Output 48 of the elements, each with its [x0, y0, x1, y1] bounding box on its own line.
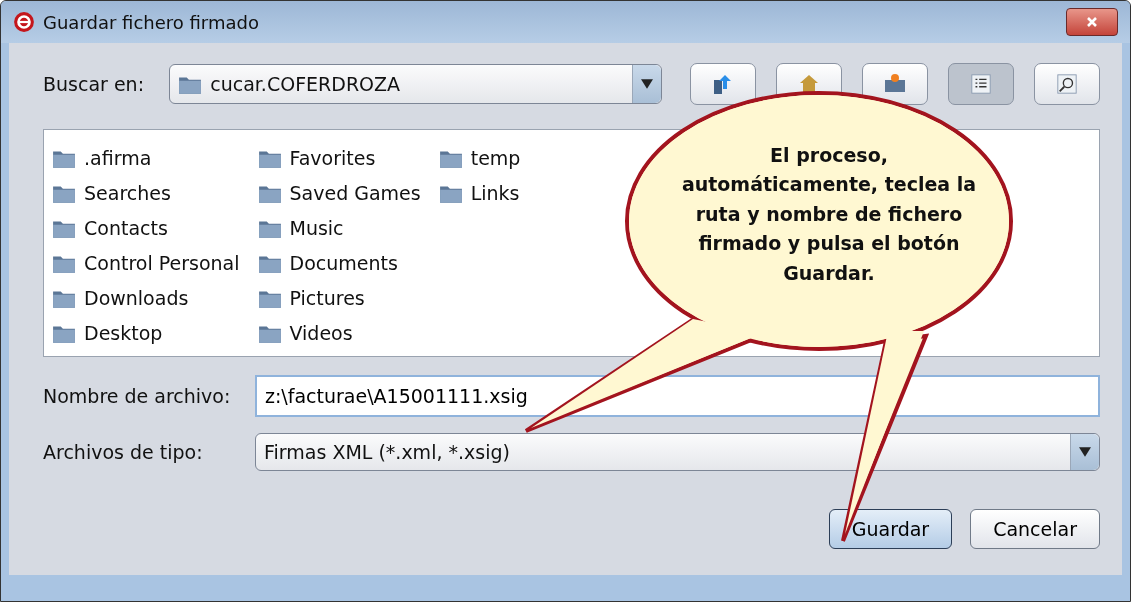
- list-view-icon: [970, 73, 992, 95]
- folder-item[interactable]: Music: [257, 210, 421, 245]
- file-name-field[interactable]: z:\facturae\A15001111.xsig: [255, 375, 1100, 417]
- folder-item[interactable]: Searches: [52, 175, 240, 210]
- folder-item[interactable]: Links: [438, 175, 521, 210]
- folder-item[interactable]: Control Personal: [52, 245, 240, 280]
- file-type-label: Archivos de tipo:: [43, 441, 204, 463]
- folder-item[interactable]: Videos: [257, 315, 421, 350]
- folder-name: Music: [289, 216, 344, 239]
- look-in-label: Buscar en:: [43, 73, 146, 95]
- folder-name: Links: [470, 181, 520, 204]
- folder-item[interactable]: temp: [438, 140, 521, 175]
- app-logo-icon: [13, 11, 35, 33]
- folder-item[interactable]: Pictures: [257, 280, 421, 315]
- new-folder-button[interactable]: [862, 63, 928, 105]
- folder-item[interactable]: Saved Games: [257, 175, 421, 210]
- caret-icon: [1079, 446, 1091, 458]
- close-icon: [1086, 16, 1098, 28]
- save-button[interactable]: Guardar: [828, 509, 953, 549]
- file-name-label: Nombre de archivo:: [43, 385, 232, 407]
- folder-name: Videos: [289, 321, 353, 344]
- callout-text: El proceso, automáticamente, teclea la ruta y nombre de fichero firmado y pulsa el botón Guardar.: [680, 143, 978, 286]
- folder-name: Contacts: [84, 216, 168, 239]
- look-in-dropdown[interactable]: cucar.COFERDROZA: [169, 64, 662, 104]
- folder-name: temp: [470, 146, 521, 169]
- cancel-button[interactable]: Cancelar: [970, 509, 1100, 549]
- folder-item[interactable]: Desktop: [52, 315, 240, 350]
- folder-item[interactable]: Downloads: [52, 280, 240, 315]
- folder-name: Searches: [84, 181, 171, 204]
- folder-name: Saved Games: [289, 181, 421, 204]
- folder-name: Pictures: [289, 286, 365, 309]
- folder-item[interactable]: .afirma: [52, 140, 240, 175]
- folder-name: Favorites: [289, 146, 376, 169]
- details-view-button[interactable]: [1034, 63, 1100, 105]
- folder-item[interactable]: Contacts: [52, 210, 240, 245]
- folder-item[interactable]: Favorites: [257, 140, 421, 175]
- details-view-icon: [1056, 73, 1078, 95]
- folder-name: Control Personal: [84, 251, 240, 274]
- folder-name: Desktop: [84, 321, 163, 344]
- folder-name: Documents: [289, 251, 398, 274]
- folder-name: Downloads: [84, 286, 189, 309]
- close-button[interactable]: [1066, 8, 1118, 36]
- folder-name: .afirma: [84, 146, 152, 169]
- folder-item[interactable]: Documents: [257, 245, 421, 280]
- window-title: Guardar fichero firmado: [43, 11, 259, 33]
- file-type-dropdown[interactable]: Firmas XML (*.xml, *.xsig): [255, 433, 1100, 471]
- list-view-button[interactable]: [948, 63, 1014, 105]
- up-folder-button[interactable]: [690, 63, 756, 105]
